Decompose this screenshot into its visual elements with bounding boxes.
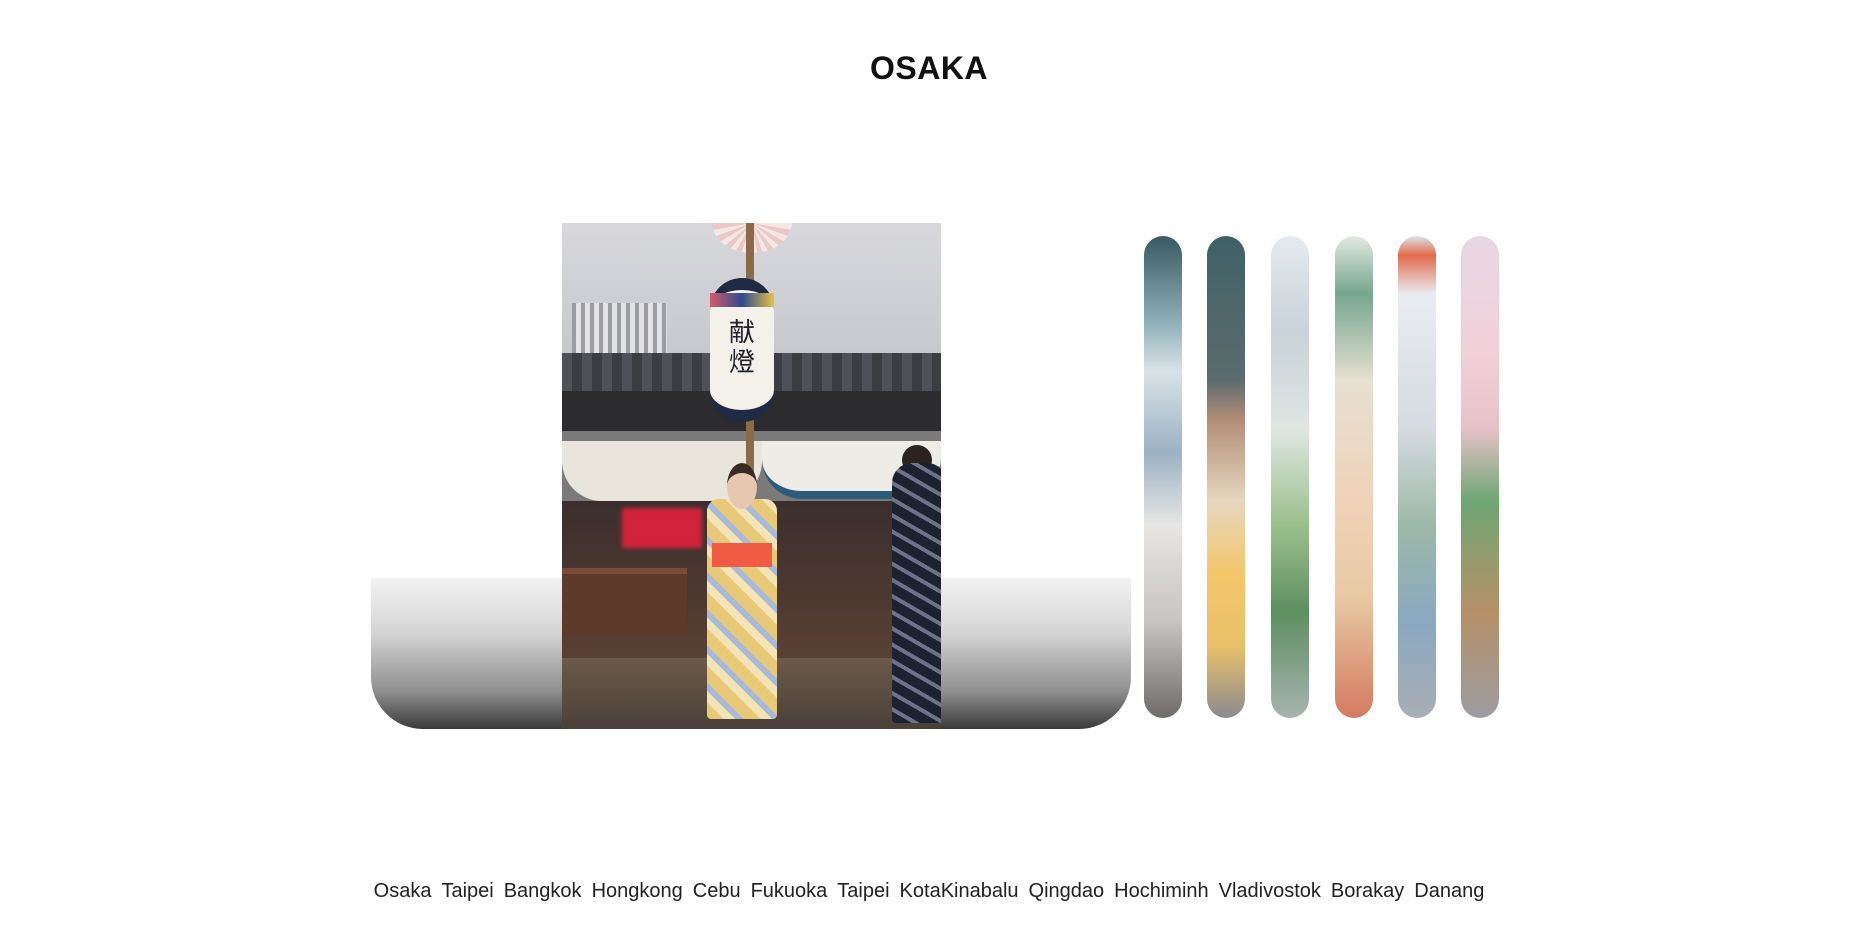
city-nav: Osaka Taipei Bangkok Hongkong Cebu Fukuo…: [0, 880, 1858, 903]
page-title: OSAKA: [869, 50, 989, 86]
gallery-strip-5[interactable]: [1398, 236, 1436, 718]
gallery-strip-6[interactable]: [1461, 236, 1499, 718]
nav-item-hongkong[interactable]: Hongkong: [587, 880, 688, 903]
featured-photo[interactable]: 献燈: [562, 223, 941, 729]
nav-item-taipei-2[interactable]: Taipei: [832, 880, 894, 903]
nav-item-qingdao[interactable]: Qingdao: [1024, 880, 1110, 903]
nav-item-taipei[interactable]: Taipei: [436, 880, 498, 903]
nav-item-borakay[interactable]: Borakay: [1326, 880, 1409, 903]
nav-item-cebu[interactable]: Cebu: [688, 880, 746, 903]
nav-item-bangkok[interactable]: Bangkok: [499, 880, 587, 903]
photo-lantern-band: [710, 293, 774, 307]
gallery-strip-1[interactable]: [1144, 236, 1182, 718]
photo-person-head: [727, 463, 757, 509]
gallery-strip-3[interactable]: [1271, 236, 1309, 718]
page: OSAKA 献燈 Osaka Taipei Bangkok Hongkong C…: [0, 0, 1858, 942]
photo-person-body: [707, 499, 777, 719]
nav-item-vladivostok[interactable]: Vladivostok: [1214, 880, 1326, 903]
gallery-strip-2[interactable]: [1207, 236, 1245, 718]
photo-red-light: [622, 508, 702, 548]
featured-card[interactable]: 献燈: [371, 223, 1131, 729]
photo-obi: [712, 543, 772, 567]
photo-bench: [562, 568, 687, 634]
nav-item-osaka[interactable]: Osaka: [369, 880, 437, 903]
nav-item-kotakinabalu[interactable]: KotaKinabalu: [895, 880, 1024, 903]
nav-item-danang[interactable]: Danang: [1409, 880, 1489, 903]
nav-item-fukuoka[interactable]: Fukuoka: [746, 880, 833, 903]
photo-person-2: [892, 463, 941, 723]
gallery-strip-4[interactable]: [1335, 236, 1373, 718]
nav-item-hochiminh[interactable]: Hochiminh: [1109, 880, 1213, 903]
lantern-text: 献燈: [728, 318, 755, 378]
